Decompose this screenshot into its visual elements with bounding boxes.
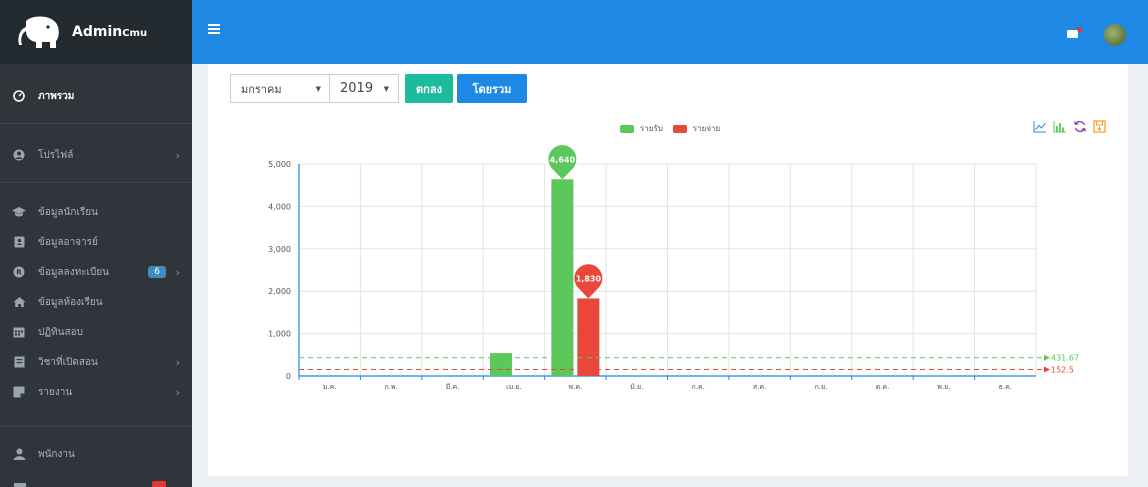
markline-label: 152.5 <box>1051 366 1074 375</box>
y-tick-label: 2,000 <box>268 287 291 296</box>
y-tick-label: 5,000 <box>268 160 291 169</box>
book-icon <box>12 355 26 369</box>
hamburger-icon[interactable] <box>208 24 220 34</box>
notification-dot <box>1077 27 1082 32</box>
partial-icon <box>14 483 26 487</box>
sidebar-item-registration[interactable]: R ข้อมูลลงทะเบียน 6 › <box>0 258 192 286</box>
sidebar-item-label: ข้อมูลลงทะเบียน <box>38 266 109 278</box>
count-badge: 6 <box>148 266 166 278</box>
sidebar-item-teachers[interactable]: ข้อมูลอาจารย์ <box>0 228 192 256</box>
employee-icon <box>12 447 26 461</box>
bar-income <box>551 179 574 376</box>
x-tick-label: ก.พ. <box>384 383 397 391</box>
chevron-right-icon: › <box>175 148 180 162</box>
svg-text:R: R <box>16 269 22 277</box>
sidebar-item-label: ข้อมูลอาจารย์ <box>38 236 98 248</box>
sidebar-item-partial[interactable] <box>12 481 180 487</box>
sidebar-item-label: พนักงาน <box>38 448 75 460</box>
x-tick-label: ส.ค. <box>753 383 766 391</box>
avatar-icon[interactable] <box>1104 24 1126 46</box>
x-tick-label: พ.ย. <box>937 383 950 391</box>
brand[interactable]: AdminCmu <box>0 0 192 64</box>
x-tick-label: ม.ค. <box>323 383 337 391</box>
divider <box>0 426 192 427</box>
sidebar-item-students[interactable]: ข้อมูลนักเรียน <box>0 198 192 226</box>
x-tick-label: มิ.ย. <box>630 383 643 391</box>
sidebar-item-overview[interactable]: ภาพรวม <box>0 82 192 110</box>
markpoint-label: 1,830 <box>576 274 602 283</box>
y-tick-label: 3,000 <box>268 245 291 254</box>
address-book-icon <box>12 235 26 249</box>
sidebar-item-employees[interactable]: พนักงาน <box>0 440 192 468</box>
graduation-cap-icon <box>12 205 26 219</box>
topbar <box>192 0 1148 64</box>
x-tick-label: พ.ค. <box>569 383 583 391</box>
x-tick-label: ธ.ค. <box>999 383 1012 391</box>
chevron-right-icon: › <box>175 265 180 279</box>
markpoint-label: 4,640 <box>550 155 576 164</box>
user-icon <box>12 148 26 162</box>
sidebar-item-label: โปรไฟล์ <box>38 149 74 161</box>
bar-income <box>489 353 512 376</box>
report-icon <box>12 385 26 399</box>
home-icon <box>12 295 26 309</box>
sidebar-item-label: รายงาน <box>38 386 73 398</box>
divider <box>0 182 192 183</box>
sidebar-item-label: ปฏิทินสอบ <box>38 326 83 338</box>
divider <box>0 123 192 124</box>
sidebar-item-profile[interactable]: โปรไฟล์ › <box>0 141 192 169</box>
chevron-right-icon: › <box>175 385 180 399</box>
x-tick-label: ต.ค. <box>876 383 890 391</box>
sidebar-item-courses[interactable]: วิชาที่เปิดสอน › <box>0 348 192 376</box>
bar-chart: 0 1,000 2,000 3,000 4,000 5,000 ม.ค. ก.พ. มี.ค. เ… <box>268 145 1079 391</box>
brand-name: AdminCmu <box>72 24 148 40</box>
markline-arrow <box>1044 354 1050 361</box>
chevron-right-icon: › <box>175 355 180 369</box>
registered-icon: R <box>12 265 26 279</box>
sidebar-item-reports[interactable]: รายงาน › <box>0 378 192 406</box>
sidebar-item-label: วิชาที่เปิดสอน <box>38 356 98 368</box>
x-tick-label: เม.ย. <box>506 383 522 391</box>
x-tick-label: มี.ค. <box>446 383 460 391</box>
partial-badge <box>152 481 166 487</box>
main-panel: มกราคม ▼ 2019 ▼ ตกลง โดยรวม รายรับ รายจ่… <box>208 64 1128 476</box>
markline-label: 431.67 <box>1051 354 1079 363</box>
sidebar-item-exam-calendar[interactable]: ปฏิทินสอบ <box>0 318 192 346</box>
sidebar-item-label: ภาพรวม <box>38 90 75 102</box>
y-tick-label: 4,000 <box>268 202 291 211</box>
elephant-icon <box>18 16 59 48</box>
x-tick-label: ก.ย. <box>815 383 828 391</box>
mail-icon[interactable] <box>1067 30 1078 38</box>
y-tick-label: 1,000 <box>268 330 291 339</box>
dashboard-icon <box>12 89 26 103</box>
x-tick-label: ก.ค. <box>692 383 705 391</box>
bar-expense <box>577 298 600 376</box>
y-tick-label: 0 <box>286 372 291 381</box>
calendar-icon <box>12 325 26 339</box>
sidebar-item-classrooms[interactable]: ข้อมูลห้องเรียน <box>0 288 192 316</box>
sidebar-item-label: ข้อมูลนักเรียน <box>38 206 98 218</box>
sidebar: AdminCmu ภาพรวม โปรไฟล์ › ข้อมูลนักเรียน… <box>0 0 192 487</box>
markline-arrow <box>1044 366 1050 373</box>
sidebar-item-label: ข้อมูลห้องเรียน <box>38 296 103 308</box>
